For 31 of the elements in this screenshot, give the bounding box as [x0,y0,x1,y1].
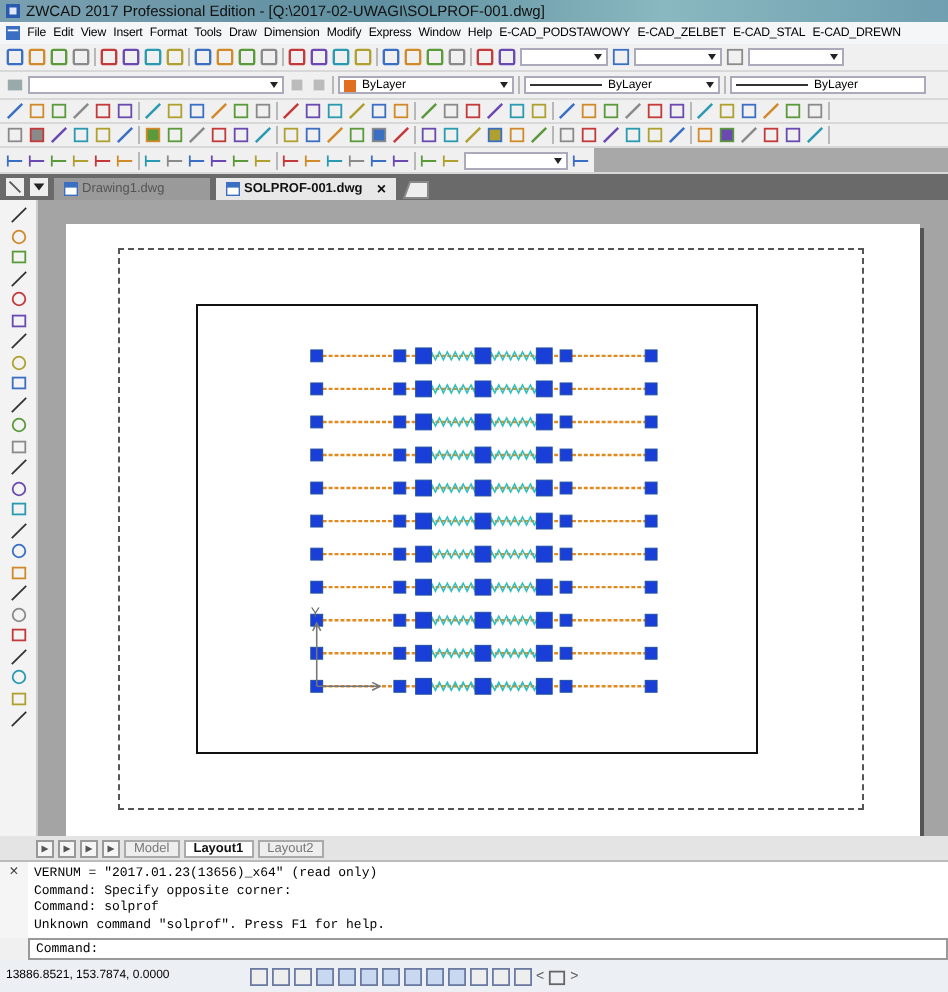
dropdown-arrow-icon[interactable] [30,178,48,196]
document-icon[interactable] [6,26,20,40]
dropdown[interactable] [634,48,722,66]
close-button[interactable]: × [0,862,28,938]
window-icon[interactable] [548,967,567,985]
caret-icon [708,54,716,64]
dropdown[interactable] [464,151,568,169]
tab-scroll-icon[interactable] [102,839,120,857]
app-icon [6,4,20,18]
drawing-file-icon [64,182,78,196]
toolbar-icon[interactable] [210,151,228,169]
close-button[interactable]: × [376,180,386,198]
drawing-file-icon [226,182,240,196]
line-sample-icon [530,84,602,86]
color-swatch-icon [344,79,356,91]
caret-icon [706,82,714,92]
tab-scroll-icon[interactable] [58,839,76,857]
caret-icon [270,82,278,92]
caret-icon [594,54,602,64]
caret-icon [500,82,508,92]
toolbar-icon[interactable] [28,151,46,169]
toolbar-icon[interactable] [392,151,410,169]
dropdown[interactable] [748,48,844,66]
caret-icon [554,157,562,167]
layer-icon[interactable] [6,76,24,94]
new-tab-icon[interactable] [402,180,430,200]
line-sample-icon [736,84,808,86]
tab-scroll-icon[interactable] [36,839,54,857]
pencil-icon[interactable] [6,178,24,196]
caret-icon [830,54,838,64]
tab-scroll-icon[interactable] [80,839,98,857]
